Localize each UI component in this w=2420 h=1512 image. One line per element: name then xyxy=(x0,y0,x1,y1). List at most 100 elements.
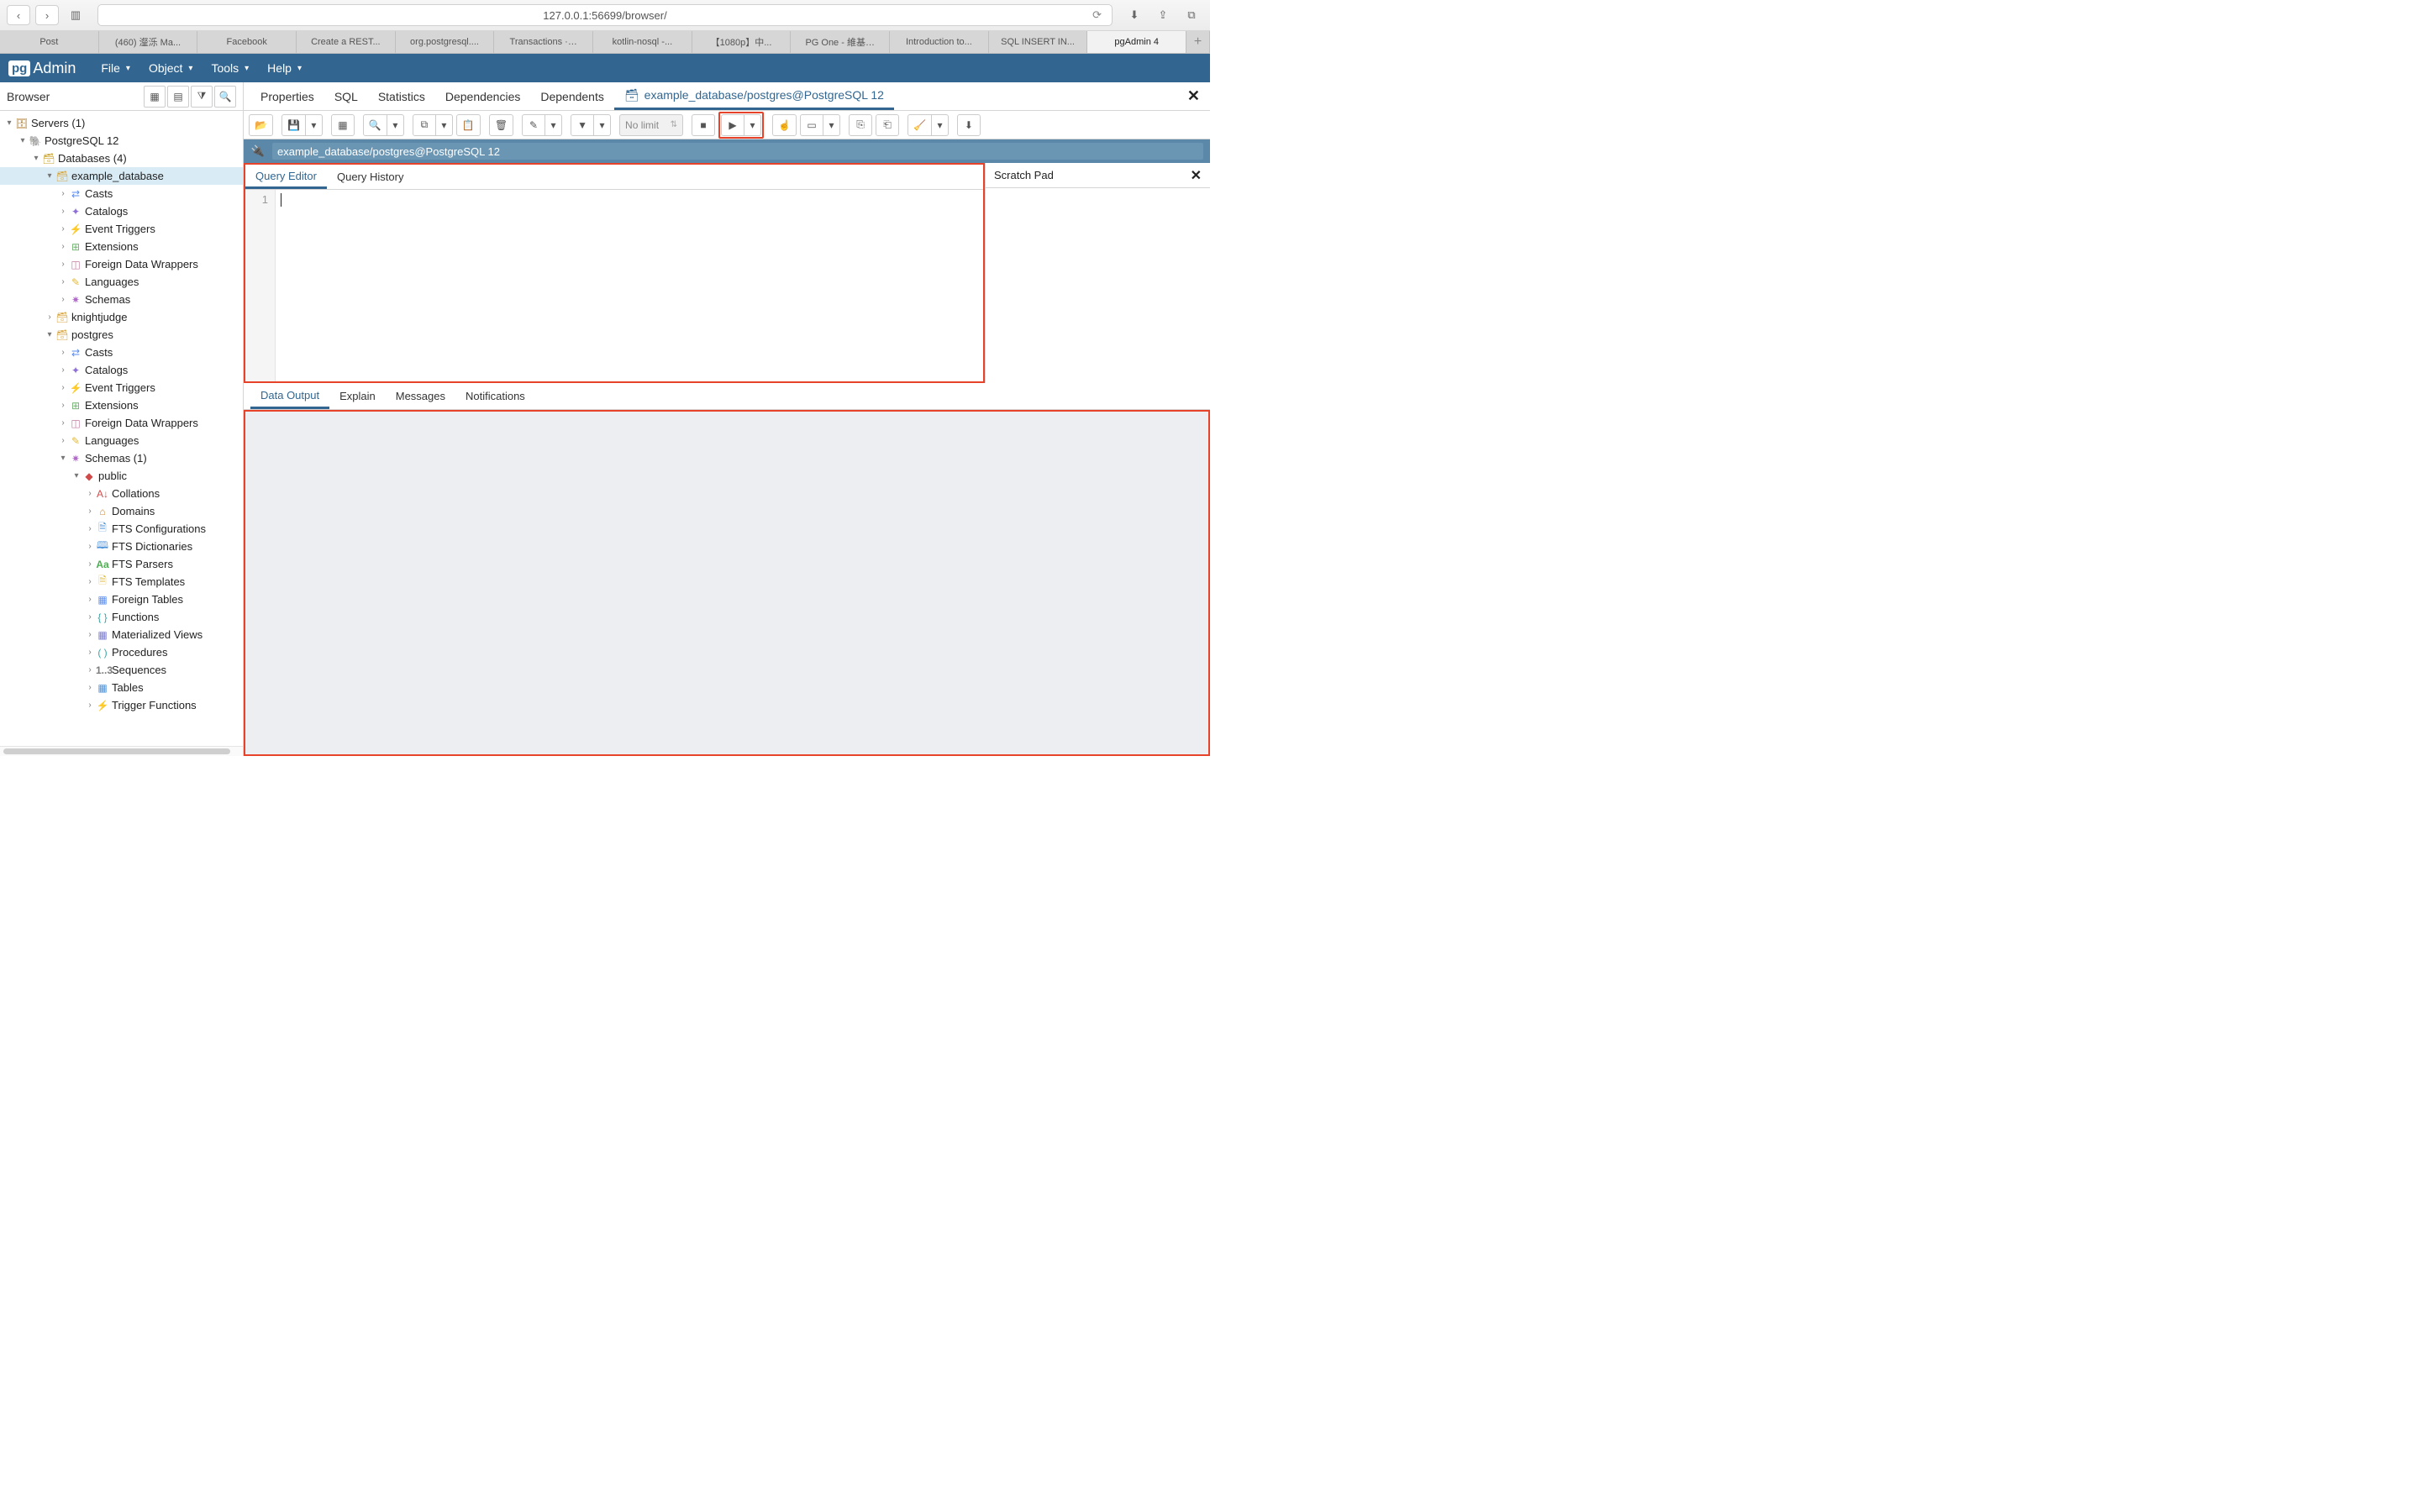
tree-catalogs[interactable]: Catalogs xyxy=(85,205,128,218)
sidebar-toggle-button[interactable]: ▥ xyxy=(64,5,87,25)
tab-properties[interactable]: Properties xyxy=(250,82,324,110)
edit-dropdown[interactable]: ▾ xyxy=(545,114,562,136)
tree-languages[interactable]: Languages xyxy=(85,276,139,288)
tab-explain[interactable]: Explain xyxy=(329,383,386,409)
tree-trigger-functions[interactable]: Trigger Functions xyxy=(112,699,197,711)
sb-btn-filter-icon[interactable]: ⧩ xyxy=(191,86,213,108)
browser-tab[interactable]: Facebook xyxy=(197,31,297,53)
reload-icon[interactable]: ⟳ xyxy=(1092,8,1102,22)
tab-notifications[interactable]: Notifications xyxy=(455,383,535,409)
browser-tab[interactable]: SQL INSERT IN... xyxy=(989,31,1088,53)
code-editor[interactable]: 1 xyxy=(245,190,983,381)
edit-button[interactable]: ✎ xyxy=(522,114,545,136)
tree-domains[interactable]: Domains xyxy=(112,505,155,517)
scratch-close-icon[interactable]: ✕ xyxy=(1191,167,1202,184)
find-button[interactable]: 🔍 xyxy=(363,114,387,136)
forward-button[interactable]: › xyxy=(35,5,59,25)
open-file-button[interactable]: 📂 xyxy=(249,114,273,136)
find-dropdown[interactable]: ▾ xyxy=(387,114,404,136)
execute-dropdown[interactable]: ▾ xyxy=(744,114,761,136)
tree-example-db[interactable]: example_database xyxy=(71,170,164,182)
tree-casts[interactable]: Casts xyxy=(85,187,113,200)
tree-postgres[interactable]: postgres xyxy=(71,328,113,341)
tree-foreign-tables[interactable]: Foreign Tables xyxy=(112,593,183,606)
tree-knightjudge[interactable]: knightjudge xyxy=(71,311,128,323)
tree-event-triggers2[interactable]: Event Triggers xyxy=(85,381,155,394)
tab-close-icon[interactable]: ✕ xyxy=(1177,82,1210,110)
rollback-button[interactable]: ⎗ xyxy=(876,114,899,136)
tree-fdw2[interactable]: Foreign Data Wrappers xyxy=(85,417,198,429)
browser-tab[interactable]: org.postgresql.... xyxy=(396,31,495,53)
menu-tools[interactable]: Tools xyxy=(203,56,257,80)
copy-button[interactable]: ⧉ xyxy=(413,114,436,136)
tree-extensions2[interactable]: Extensions xyxy=(85,399,139,412)
downloads-button[interactable]: ⬇ xyxy=(1123,5,1146,25)
tab-dependents[interactable]: Dependents xyxy=(530,82,614,110)
browser-tab-active[interactable]: pgAdmin 4 xyxy=(1087,31,1186,53)
tree-extensions[interactable]: Extensions xyxy=(85,240,139,253)
tree-databases[interactable]: Databases (4) xyxy=(58,152,127,165)
save-dropdown[interactable]: ▾ xyxy=(306,114,323,136)
paste-button[interactable]: 📋 xyxy=(456,114,481,136)
commit-button[interactable]: ⎘ xyxy=(849,114,872,136)
browser-tab[interactable]: PG One - 維基… xyxy=(791,31,890,53)
tab-statistics[interactable]: Statistics xyxy=(368,82,435,110)
explain-analyze-button[interactable]: ▭ xyxy=(800,114,823,136)
tab-sql[interactable]: SQL xyxy=(324,82,368,110)
tab-messages[interactable]: Messages xyxy=(386,383,455,409)
tabs-button[interactable]: ⧉ xyxy=(1180,5,1203,25)
tab-query-tool[interactable]: 🗃 example_database/postgres@PostgreSQL 1… xyxy=(614,82,894,110)
save-button[interactable]: 💾 xyxy=(281,114,306,136)
object-tree[interactable]: ▾🗄Servers (1) ▾🐘PostgreSQL 12 ▾🗃Database… xyxy=(0,111,243,746)
tree-public[interactable]: public xyxy=(98,470,127,482)
tree-mviews[interactable]: Materialized Views xyxy=(112,628,203,641)
share-button[interactable]: ⇪ xyxy=(1151,5,1175,25)
tree-sequences[interactable]: Sequences xyxy=(112,664,166,676)
tree-catalogs2[interactable]: Catalogs xyxy=(85,364,128,376)
tab-dependencies[interactable]: Dependencies xyxy=(435,82,531,110)
tree-servers[interactable]: Servers (1) xyxy=(31,117,85,129)
tree-fts-dict[interactable]: FTS Dictionaries xyxy=(112,540,192,553)
explain-button[interactable]: ☝ xyxy=(772,114,797,136)
sidebar-scrollbar[interactable] xyxy=(0,746,243,756)
execute-button[interactable]: ▶ xyxy=(721,114,744,136)
clear-button[interactable]: 🧹 xyxy=(908,114,932,136)
browser-tab[interactable]: Create a REST... xyxy=(297,31,396,53)
back-button[interactable]: ‹ xyxy=(7,5,30,25)
address-bar[interactable]: 127.0.0.1:56699/browser/ ⟳ xyxy=(97,4,1113,26)
tree-pg12[interactable]: PostgreSQL 12 xyxy=(45,134,118,147)
browser-tab[interactable]: Transactions ·… xyxy=(494,31,593,53)
tab-data-output[interactable]: Data Output xyxy=(250,383,329,409)
tree-fdw[interactable]: Foreign Data Wrappers xyxy=(85,258,198,270)
tree-casts2[interactable]: Casts xyxy=(85,346,113,359)
download-button[interactable]: ⬇ xyxy=(957,114,981,136)
delete-button[interactable]: 🗑 xyxy=(489,114,513,136)
browser-tab[interactable]: Introduction to... xyxy=(890,31,989,53)
sb-btn-search-icon[interactable]: 🔍 xyxy=(214,86,236,108)
menu-file[interactable]: File xyxy=(92,56,139,80)
tab-query-editor[interactable]: Query Editor xyxy=(245,165,327,189)
menu-help[interactable]: Help xyxy=(259,56,310,80)
explain-dropdown[interactable]: ▾ xyxy=(823,114,840,136)
tree-functions[interactable]: Functions xyxy=(112,611,159,623)
copy-dropdown[interactable]: ▾ xyxy=(436,114,453,136)
new-tab-button[interactable]: + xyxy=(1186,31,1210,53)
clear-dropdown[interactable]: ▾ xyxy=(932,114,949,136)
tab-query-history[interactable]: Query History xyxy=(327,165,413,189)
filter-button[interactable]: ▼ xyxy=(571,114,594,136)
limit-select[interactable]: No limit⇅ xyxy=(619,114,683,136)
tree-fts-conf[interactable]: FTS Configurations xyxy=(112,522,206,535)
browser-tab[interactable]: kotlin-nosql -... xyxy=(593,31,692,53)
tree-procedures[interactable]: Procedures xyxy=(112,646,167,659)
tree-event-triggers[interactable]: Event Triggers xyxy=(85,223,155,235)
browser-tab[interactable]: 【1080p】中... xyxy=(692,31,792,53)
connection-field[interactable]: example_database/postgres@PostgreSQL 12 xyxy=(272,143,1203,160)
stop-button[interactable]: ■ xyxy=(692,114,715,136)
browser-tab[interactable]: (460) 瀣泺 Ma... xyxy=(99,31,198,53)
tree-languages2[interactable]: Languages xyxy=(85,434,139,447)
menu-object[interactable]: Object xyxy=(140,56,202,80)
filter-dropdown[interactable]: ▾ xyxy=(594,114,611,136)
tree-tables[interactable]: Tables xyxy=(112,681,144,694)
tree-fts-parsers[interactable]: FTS Parsers xyxy=(112,558,173,570)
sb-btn-properties-icon[interactable]: ▦ xyxy=(144,86,166,108)
